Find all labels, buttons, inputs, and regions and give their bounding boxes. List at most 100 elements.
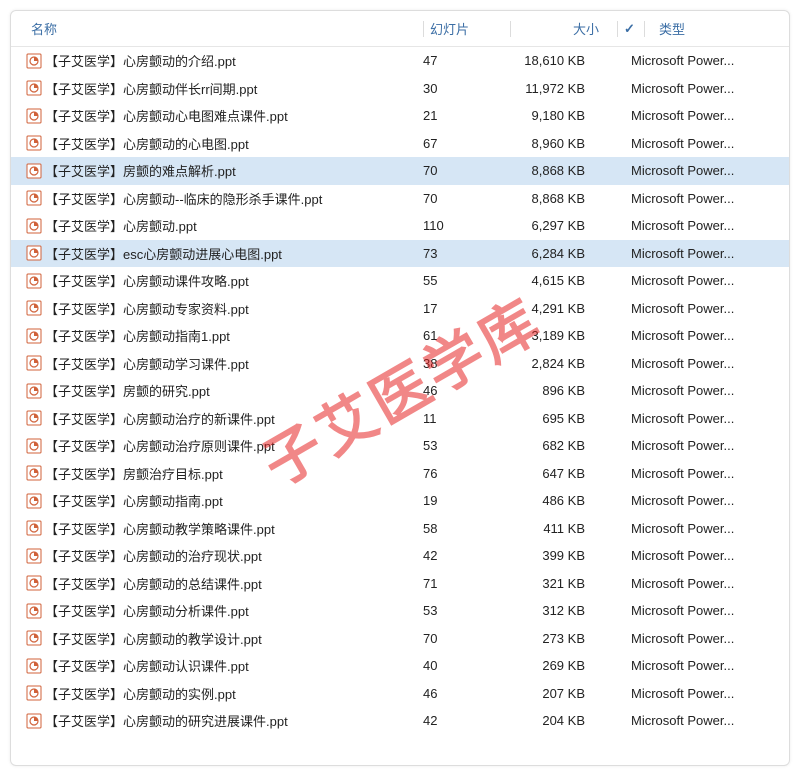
file-slides: 53 [423,603,503,618]
file-slides: 58 [423,521,503,536]
file-size: 647 KB [503,466,603,481]
file-slides: 53 [423,438,503,453]
file-name: 【子艾医学】心房颤动.ppt [45,216,423,235]
ppt-file-icon [23,575,45,591]
file-name: 【子艾医学】心房颤动心电图难点课件.ppt [45,106,423,125]
ppt-file-icon [23,328,45,344]
ppt-file-icon [23,80,45,96]
header-size[interactable]: 大小 [517,19,617,38]
ppt-file-icon [23,108,45,124]
file-size: 4,615 KB [503,273,603,288]
table-row[interactable]: 【子艾医学】心房颤动指南.ppt19486 KBMicrosoft Power.… [11,487,789,515]
file-size: 4,291 KB [503,301,603,316]
file-slides: 71 [423,576,503,591]
file-size: 3,189 KB [503,328,603,343]
header-name[interactable]: 名称 [23,19,423,38]
ppt-file-icon [23,383,45,399]
file-type: Microsoft Power... [623,686,789,701]
file-size: 682 KB [503,438,603,453]
file-slides: 47 [423,53,503,68]
table-row[interactable]: 【子艾医学】心房颤动的治疗现状.ppt42399 KBMicrosoft Pow… [11,542,789,570]
file-size: 321 KB [503,576,603,591]
file-type: Microsoft Power... [623,411,789,426]
file-type: Microsoft Power... [623,631,789,646]
table-row[interactable]: 【子艾医学】心房颤动的介绍.ppt4718,610 KBMicrosoft Po… [11,47,789,75]
table-row[interactable]: 【子艾医学】心房颤动治疗的新课件.ppt11695 KBMicrosoft Po… [11,405,789,433]
header-slides[interactable]: 幻灯片 [430,19,510,38]
file-name: 【子艾医学】心房颤动学习课件.ppt [45,354,423,373]
table-row[interactable]: 【子艾医学】心房颤动.ppt1106,297 KB Microsoft Power… [11,212,789,240]
ppt-file-icon [23,630,45,646]
table-row[interactable]: 【子艾医学】心房颤动--临床的隐形杀手课件.ppt708,868 KBMicro… [11,185,789,213]
file-size: 273 KB [503,631,603,646]
table-row[interactable]: 【子艾医学】心房颤动教学策略课件.ppt58411 KBMicrosoft Po… [11,515,789,543]
file-type: Microsoft Power... [623,466,789,481]
file-slides: 46 [423,686,503,701]
table-row[interactable]: 【子艾医学】心房颤动的总结课件.ppt71321 KBMicrosoft Pow… [11,570,789,598]
ppt-file-icon [23,410,45,426]
file-size: 204 KB [503,713,603,728]
ppt-file-icon [23,245,45,261]
file-type: Microsoft Power... [623,548,789,563]
file-type: Microsoft Power... [623,246,789,261]
file-size: 695 KB [503,411,603,426]
file-type: Microsoft Power... [623,658,789,673]
table-row[interactable]: 【子艾医学】房颤治疗目标.ppt76647 KBMicrosoft Power.… [11,460,789,488]
file-name: 【子艾医学】心房颤动专家资料.ppt [45,299,423,318]
file-size: 9,180 KB [503,108,603,123]
file-size: 6,297 KB [503,218,603,233]
table-row[interactable]: 【子艾医学】心房颤动的研究进展课件.ppt42204 KBMicrosoft P… [11,707,789,735]
table-row[interactable]: 【子艾医学】房颤的研究.ppt46896 KBMicrosoft Power..… [11,377,789,405]
table-row[interactable]: 【子艾医学】心房颤动伴长rr间期.ppt3011,972 KBMicrosoft… [11,75,789,103]
file-type: Microsoft Power... [623,301,789,316]
file-type: Microsoft Power... [623,108,789,123]
file-name: 【子艾医学】心房颤动的治疗现状.ppt [45,546,423,565]
file-size: 8,960 KB [503,136,603,151]
file-name: 【子艾医学】心房颤动伴长rr间期.ppt [45,79,423,98]
file-size: 269 KB [503,658,603,673]
table-row[interactable]: 【子艾医学】心房颤动的心电图.ppt678,960 KBMicrosoft Po… [11,130,789,158]
file-slides: 67 [423,136,503,151]
table-row[interactable]: 【子艾医学】心房颤动课件攻略.ppt554,615 KBMicrosoft Po… [11,267,789,295]
file-name: 【子艾医学】房颤的研究.ppt [45,381,423,400]
file-name: 【子艾医学】心房颤动--临床的隐形杀手课件.ppt [45,189,423,208]
table-row[interactable]: 【子艾医学】心房颤动认识课件.ppt40269 KBMicrosoft Powe… [11,652,789,680]
ppt-file-icon [23,603,45,619]
file-slides: 61 [423,328,503,343]
file-name: 【子艾医学】心房颤动课件攻略.ppt [45,271,423,290]
file-slides: 76 [423,466,503,481]
header-check[interactable]: ✓ [624,21,644,37]
ppt-file-icon [23,300,45,316]
table-row[interactable]: 【子艾医学】心房颤动的实例.ppt46207 KBMicrosoft Power… [11,680,789,708]
table-row[interactable]: 【子艾医学】心房颤动指南1.ppt613,189 KBMicrosoft Pow… [11,322,789,350]
table-row[interactable]: 【子艾医学】心房颤动分析课件.ppt53312 KBMicrosoft Powe… [11,597,789,625]
file-slides: 11 [423,411,503,426]
table-row[interactable]: 【子艾医学】心房颤动的教学设计.ppt70273 KBMicrosoft Pow… [11,625,789,653]
file-type: Microsoft Power... [623,521,789,536]
table-row[interactable]: 【子艾医学】房颤的难点解析.ppt708,868 KBMicrosoft Pow… [11,157,789,185]
file-name: 【子艾医学】心房颤动分析课件.ppt [45,601,423,620]
table-row[interactable]: 【子艾医学】心房颤动治疗原则课件.ppt53682 KBMicrosoft Po… [11,432,789,460]
file-name: 【子艾医学】心房颤动的介绍.ppt [45,51,423,70]
file-size: 11,972 KB [503,81,603,96]
file-slides: 42 [423,713,503,728]
table-row[interactable]: 【子艾医学】心房颤动专家资料.ppt174,291 KBMicrosoft Po… [11,295,789,323]
file-name: 【子艾医学】心房颤动的心电图.ppt [45,134,423,153]
table-row[interactable]: 【子艾医学】心房颤动学习课件.ppt382,824 KBMicrosoft Po… [11,350,789,378]
file-name: 【子艾医学】心房颤动指南.ppt [45,491,423,510]
ppt-file-icon [23,713,45,729]
file-size: 486 KB [503,493,603,508]
file-slides: 110 [423,218,503,233]
table-row[interactable]: 【子艾医学】esc心房颤动进展心电图.ppt736,284 KBMicrosof… [11,240,789,268]
table-row[interactable]: 【子艾医学】心房颤动心电图难点课件.ppt219,180 KBMicrosoft… [11,102,789,130]
ppt-file-icon [23,135,45,151]
ppt-file-icon [23,465,45,481]
header-type[interactable]: 类型 [651,19,789,38]
file-size: 2,824 KB [503,356,603,371]
ppt-file-icon [23,685,45,701]
file-type: Microsoft Power... [623,218,789,233]
ppt-file-icon [23,438,45,454]
file-slides: 70 [423,191,503,206]
ppt-file-icon [23,355,45,371]
file-slides: 46 [423,383,503,398]
